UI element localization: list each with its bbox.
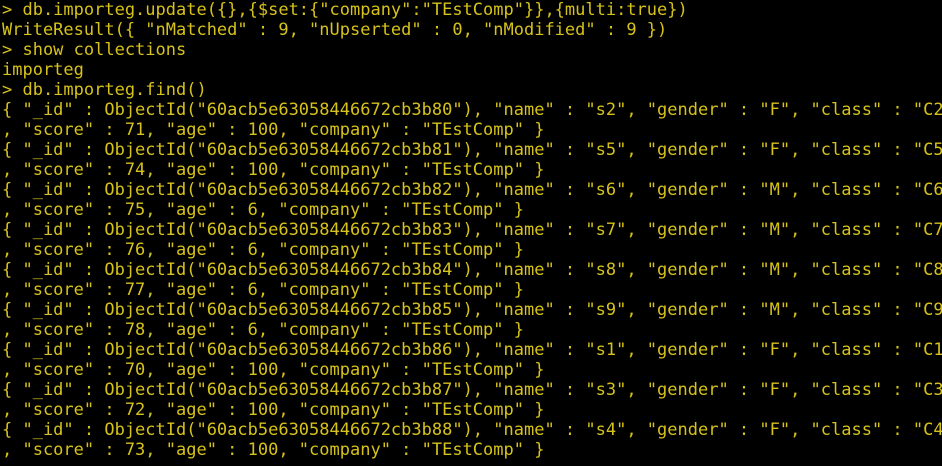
document-line: , "score" : 75, "age" : 6, "company" : "… (2, 200, 524, 220)
document-line: , "score" : 76, "age" : 6, "company" : "… (2, 240, 524, 260)
command-line: > db.importeg.update({},{$set:{"company"… (2, 0, 688, 20)
document-line: { "_id" : ObjectId("60acb5e63058446672cb… (2, 140, 942, 160)
document-line: , "score" : 73, "age" : 100, "company" :… (2, 440, 545, 460)
output-line: WriteResult({ "nMatched" : 9, "nUpserted… (2, 20, 668, 40)
document-line: { "_id" : ObjectId("60acb5e63058446672cb… (2, 100, 942, 120)
document-line: { "_id" : ObjectId("60acb5e63058446672cb… (2, 180, 942, 200)
document-line: , "score" : 70, "age" : 100, "company" :… (2, 360, 545, 380)
document-line: { "_id" : ObjectId("60acb5e63058446672cb… (2, 420, 942, 440)
document-line: { "_id" : ObjectId("60acb5e63058446672cb… (2, 340, 942, 360)
terminal-output[interactable]: > db.importeg.update({},{$set:{"company"… (0, 0, 942, 466)
document-line: { "_id" : ObjectId("60acb5e63058446672cb… (2, 220, 942, 240)
document-line: , "score" : 72, "age" : 100, "company" :… (2, 400, 545, 420)
document-line: , "score" : 71, "age" : 100, "company" :… (2, 120, 545, 140)
command-line: > show collections (2, 40, 187, 60)
document-line: , "score" : 77, "age" : 6, "company" : "… (2, 280, 524, 300)
document-line: { "_id" : ObjectId("60acb5e63058446672cb… (2, 260, 942, 280)
command-line: > db.importeg.find() (2, 80, 207, 100)
document-line: { "_id" : ObjectId("60acb5e63058446672cb… (2, 380, 942, 400)
document-line: { "_id" : ObjectId("60acb5e63058446672cb… (2, 300, 942, 320)
document-line: , "score" : 78, "age" : 6, "company" : "… (2, 320, 524, 340)
output-line: importeg (2, 60, 84, 80)
document-line: , "score" : 74, "age" : 100, "company" :… (2, 160, 545, 180)
